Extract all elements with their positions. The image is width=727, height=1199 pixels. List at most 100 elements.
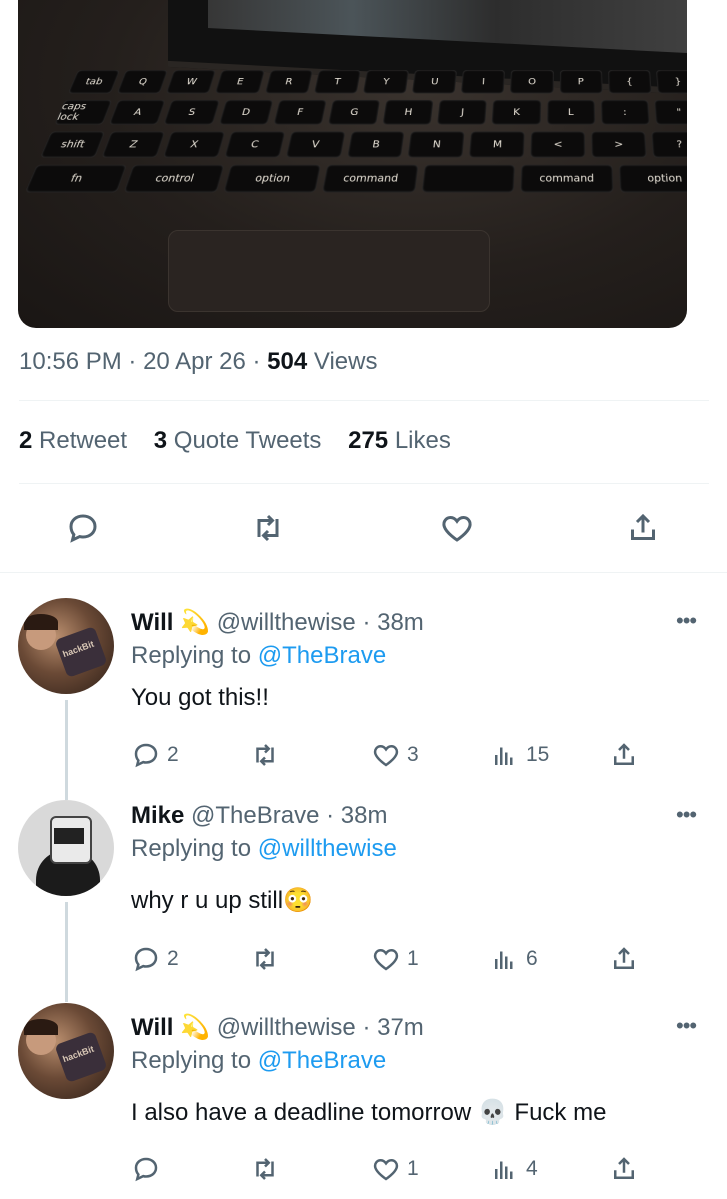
tweet-meta: 10:56 PM · 20 Apr 26 · 504 Views xyxy=(19,348,377,376)
heart-icon[interactable] xyxy=(439,510,475,546)
retweet-action[interactable] xyxy=(250,1152,286,1186)
avatar[interactable]: hackBit xyxy=(18,598,114,694)
retweets-stat[interactable]: 2 Retweet xyxy=(19,427,127,454)
heart-icon xyxy=(371,1154,401,1184)
avatar[interactable]: hackBit xyxy=(18,1003,114,1099)
share-icon xyxy=(609,1154,639,1184)
keyboard-key: G xyxy=(328,100,380,125)
view-count: 4 xyxy=(526,1157,538,1181)
keyboard-key: ? xyxy=(651,131,687,157)
keyboard-key: Z xyxy=(101,131,165,157)
keyboard-key: option xyxy=(223,165,321,193)
view-count: 15 xyxy=(526,743,549,767)
reply-icon[interactable] xyxy=(65,510,101,546)
tweet-time[interactable]: 10:56 PM xyxy=(19,348,122,375)
keyboard-key: E xyxy=(215,70,264,93)
tweet-photo[interactable]: tab Q W E R T Y U I O P{} caps lock A S D F G H J K L: " shi… xyxy=(18,0,687,328)
reply-time[interactable]: 38m xyxy=(341,802,388,829)
heart-icon xyxy=(371,944,401,974)
keyboard-key: { xyxy=(608,70,652,93)
replying-to: Replying to @TheBrave xyxy=(131,642,386,670)
keyboard-key: I xyxy=(461,70,505,93)
replying-to: Replying to @TheBrave xyxy=(131,1047,386,1075)
keyboard-key: } xyxy=(656,70,687,93)
keyboard-key: J xyxy=(437,100,487,125)
share-action[interactable] xyxy=(609,738,639,772)
handle[interactable]: @willthewise xyxy=(217,609,356,636)
keyboard-key: : xyxy=(601,100,650,125)
retweet-action[interactable] xyxy=(250,942,286,976)
reply-text: I also have a deadline tomorrow 💀 Fuck m… xyxy=(131,1098,606,1127)
reply-time[interactable]: 38m xyxy=(377,609,424,636)
share-icon xyxy=(609,740,639,770)
keyboard-key: O xyxy=(510,70,553,93)
keyboard-key: control xyxy=(124,165,224,193)
retweet-icon xyxy=(250,944,280,974)
thread-line xyxy=(65,902,68,1002)
keyboard-key: Q xyxy=(117,70,168,93)
share-icon[interactable] xyxy=(625,510,661,546)
keyboard-key: command xyxy=(322,165,418,193)
keyboard-key: H xyxy=(382,100,433,125)
reply-action[interactable] xyxy=(131,1152,167,1186)
mention-link[interactable]: @TheBrave xyxy=(258,1047,386,1074)
reply-header: Will 💫 @willthewise · 38m xyxy=(131,608,424,637)
like-count: 1 xyxy=(407,1157,419,1181)
like-action[interactable]: 3 xyxy=(371,738,419,772)
share-action[interactable] xyxy=(609,1152,639,1186)
keyboard-key: U xyxy=(412,70,457,93)
handle[interactable]: @TheBrave xyxy=(191,802,319,829)
like-action[interactable]: 1 xyxy=(371,942,419,976)
mention-link[interactable]: @TheBrave xyxy=(258,642,386,669)
reply-icon xyxy=(131,1154,161,1184)
display-name[interactable]: Mike xyxy=(131,802,184,829)
keyboard-key: L xyxy=(547,100,595,125)
views-icon xyxy=(490,740,520,770)
badge-icon: 💫 xyxy=(180,609,210,636)
views-count: 504 xyxy=(267,348,307,375)
handle[interactable]: @willthewise xyxy=(217,1014,356,1041)
views-action[interactable]: 6 xyxy=(490,942,538,976)
keyboard-key: K xyxy=(492,100,541,125)
keyboard-key: N xyxy=(408,131,465,157)
retweet-action[interactable] xyxy=(250,738,286,772)
divider xyxy=(19,400,709,401)
likes-stat[interactable]: 275 Likes xyxy=(348,427,451,454)
keyboard-key: tab xyxy=(68,70,120,93)
views-icon xyxy=(490,944,520,974)
more-icon[interactable]: ••• xyxy=(676,802,696,828)
display-name[interactable]: Will xyxy=(131,1014,173,1041)
keyboard-key: P xyxy=(559,70,602,93)
retweet-icon[interactable] xyxy=(250,510,286,546)
like-count: 3 xyxy=(407,743,419,767)
share-icon xyxy=(609,944,639,974)
display-name[interactable]: Will xyxy=(131,609,173,636)
more-icon[interactable]: ••• xyxy=(676,608,696,634)
views-action[interactable]: 4 xyxy=(490,1152,538,1186)
tweet-date[interactable]: 20 Apr 26 xyxy=(143,348,246,375)
keyboard-key: M xyxy=(469,131,525,157)
retweet-icon xyxy=(250,1154,280,1184)
like-count: 1 xyxy=(407,947,419,971)
replying-to: Replying to @willthewise xyxy=(131,835,397,863)
keyboard-key: command xyxy=(521,165,613,193)
reply-action[interactable]: 2 xyxy=(131,942,179,976)
keyboard-key: caps lock xyxy=(54,100,112,125)
view-count: 6 xyxy=(526,947,538,971)
keyboard-key: V xyxy=(285,131,345,157)
like-action[interactable]: 1 xyxy=(371,1152,419,1186)
keyboard-key: S xyxy=(164,100,220,125)
mention-link[interactable]: @willthewise xyxy=(258,835,397,862)
avatar[interactable] xyxy=(18,800,114,896)
more-icon[interactable]: ••• xyxy=(676,1013,696,1039)
views-icon xyxy=(490,1154,520,1184)
keyboard-key: C xyxy=(224,131,285,157)
reply-text: why r u up still😳 xyxy=(131,886,313,915)
keyboard-key: < xyxy=(531,131,586,157)
reply-time[interactable]: 37m xyxy=(377,1014,424,1041)
share-action[interactable] xyxy=(609,942,639,976)
views-action[interactable]: 15 xyxy=(490,738,549,772)
reply-action[interactable]: 2 xyxy=(131,738,179,772)
quotes-stat[interactable]: 3 Quote Tweets xyxy=(154,427,322,454)
reply-count: 2 xyxy=(167,743,179,767)
